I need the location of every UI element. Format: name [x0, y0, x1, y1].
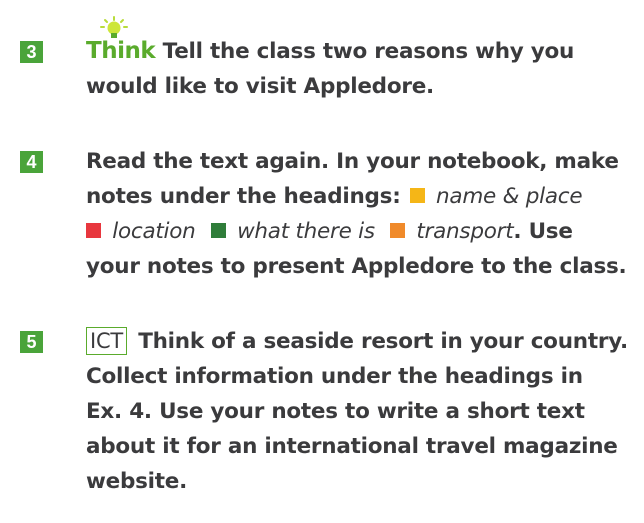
exercise-3-line-1: Think Tell the class two reasons why you — [86, 16, 638, 69]
exercise-3-line-2: would like to visit Appledore. — [86, 74, 434, 99]
exercise-5-line-3: Ex. 4. Use your notes to write a short t… — [86, 399, 585, 424]
lightbulb-icon — [100, 16, 128, 38]
exercise-4-line-2: notes under the headings: name & place — [86, 184, 583, 209]
yellow-square-icon — [409, 188, 425, 203]
exercise-number-badge: 3 — [20, 41, 43, 63]
heading-what-there-is: what there is — [237, 219, 375, 244]
exercise-5-line-4: about it for an international travel mag… — [86, 434, 618, 459]
exercise-4-line-3: location what there is transport. Use — [86, 214, 638, 249]
orange-square-icon — [390, 223, 406, 238]
exercise-5-text: ICT Think of a seaside resort in your co… — [86, 324, 638, 499]
red-square-icon — [86, 223, 101, 238]
green-square-icon — [210, 223, 226, 238]
heading-transport: transport — [416, 219, 514, 244]
think-label: Think — [86, 16, 163, 64]
exercise-5-line-2: Collect information under the headings i… — [86, 364, 583, 389]
exercise-3-text: Think Tell the class two reasons why you… — [86, 16, 638, 104]
ict-label: ICT — [86, 327, 127, 355]
heading-location: location — [112, 219, 196, 244]
exercise-number-badge: 5 — [20, 331, 43, 353]
exercise-5-line-1: ICT Think of a seaside resort in your co… — [86, 324, 638, 359]
exercise-4-text: Read the text again. In your notebook, m… — [86, 144, 638, 284]
exercise-4-line-1: Read the text again. In your notebook, m… — [86, 149, 619, 174]
heading-name-place: name & place — [436, 184, 583, 209]
exercise-5-line-5: website. — [86, 469, 188, 494]
exercise-number-badge: 4 — [20, 151, 43, 173]
exercise-4-line-4: your notes to present Appledore to the c… — [86, 254, 627, 279]
